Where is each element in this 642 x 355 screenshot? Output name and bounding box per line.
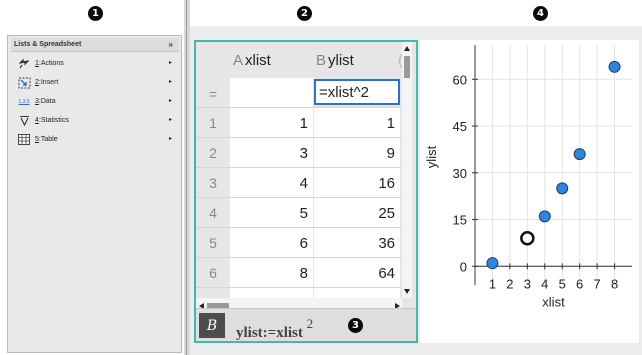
submenu-arrow-icon: ▸ (168, 117, 172, 123)
y-tick-label: 45 (453, 119, 467, 134)
entry-formula-text: ylist:=xlist (236, 325, 303, 341)
column-name: ylist (328, 51, 354, 69)
collapse-icon[interactable]: » (169, 40, 173, 49)
callout-2: 2 (297, 6, 312, 21)
cell-xlist[interactable]: 8 (230, 258, 313, 288)
data-point-selected (520, 230, 535, 246)
row-divider (196, 257, 402, 258)
submenu-arrow-icon: ▸ (168, 79, 172, 85)
data-point (538, 210, 551, 223)
menu-item-label: :Data (38, 98, 56, 105)
formula-cell-b[interactable]: =xlist^2 (314, 79, 400, 105)
row-divider (196, 197, 402, 198)
x-tick-label: 8 (611, 276, 618, 291)
data-point (486, 257, 499, 270)
cell-ylist[interactable]: 64 (314, 258, 400, 288)
row-number[interactable]: 5 (196, 235, 230, 251)
column-header-a[interactable]: Axlist (233, 42, 271, 78)
entry-cell-reference: B (199, 313, 225, 338)
submenu-arrow-icon: ▸ (168, 136, 172, 142)
row-divider (196, 107, 402, 108)
submenu-arrow-icon: ▸ (168, 98, 172, 104)
cell-ylist[interactable]: 16 (314, 168, 400, 198)
insert-icon (17, 77, 31, 89)
actions-icon (17, 58, 31, 70)
statistics-icon (17, 115, 31, 127)
data-point (608, 60, 621, 73)
x-tick-label: 7 (593, 276, 600, 291)
menu-item-label: :Table (38, 136, 58, 143)
menu-item-actions[interactable]: 1:Actions ▸ (11, 54, 179, 73)
menu-item-table[interactable]: 5:Table ▸ (11, 130, 179, 149)
formula-row-marker: = (208, 86, 218, 102)
tools-menu-pane: Lists & Spreadsheet » 1:Actions ▸ 2:Inse… (7, 35, 182, 353)
horizontal-scrollbar[interactable] (196, 298, 402, 309)
table-icon (17, 134, 31, 146)
data-point (556, 182, 569, 195)
row-number[interactable]: 1 (196, 115, 230, 131)
row-divider (196, 227, 402, 228)
x-tick-label: 2 (506, 276, 513, 291)
x-tick-label: 4 (541, 276, 548, 291)
x-axis-label: xlist (542, 294, 565, 309)
column-letter: A (233, 51, 244, 69)
row-divider (196, 167, 402, 168)
x-tick-label: 1 (489, 276, 496, 291)
cell-xlist[interactable]: 5 (230, 198, 313, 228)
scatter-plot-area[interactable]: 1 2 3 4 5 6 7 8 0 15 30 45 60 xlist ylist (420, 40, 639, 343)
column-letter: B (316, 51, 327, 69)
y-tick-label: 30 (453, 166, 467, 181)
cell-xlist[interactable]: 1 (230, 108, 313, 138)
scatter-plot[interactable]: 1 2 3 4 5 6 7 8015304560xlistylist (420, 40, 639, 343)
column-header-b[interactable]: Bylist (316, 42, 354, 78)
y-tick-label: 15 (453, 213, 467, 228)
menu-header[interactable]: Lists & Spreadsheet » (11, 38, 179, 52)
row-number[interactable]: 3 (196, 175, 230, 191)
callout-3: 3 (348, 318, 363, 333)
entry-line[interactable]: B ylist:=xlist 2 (196, 308, 416, 341)
x-tick-label: 3 (524, 276, 531, 291)
cell-ylist[interactable]: 1 (314, 108, 400, 138)
vertical-scrollbar[interactable] (402, 42, 412, 298)
cell-xlist[interactable]: 6 (230, 228, 313, 258)
cell-ylist[interactable]: 9 (314, 138, 400, 168)
row-number[interactable]: 2 (196, 145, 230, 161)
submenu-arrow-icon: ▸ (168, 60, 172, 66)
y-tick-label: 60 (453, 72, 467, 87)
cell-xlist[interactable]: 4 (230, 168, 313, 198)
entry-formula-exponent: 2 (306, 316, 314, 331)
menu-item-label: :Insert (38, 79, 59, 86)
cell-ylist[interactable]: 36 (314, 228, 400, 258)
row-number[interactable]: 6 (196, 265, 230, 281)
y-tick-label: 0 (460, 259, 467, 274)
spreadsheet[interactable]: Axlist Bylist ( = =xlist^2 1 1 1 2 3 9 3 4 16 4 5 2… (194, 40, 418, 343)
pane-divider-line (186, 0, 187, 355)
menu-item-insert[interactable]: 2:Insert ▸ (11, 73, 179, 92)
menu-item-label: :Actions (38, 60, 64, 67)
entry-formula[interactable]: ylist:=xlist 2 (236, 316, 314, 341)
callout-4: 4 (533, 6, 548, 21)
y-axis-label: ylist (424, 145, 439, 168)
menu-title: Lists & Spreadsheet (14, 41, 82, 48)
menu-item-data[interactable]: 1,3,5 3:Data ▸ (11, 92, 179, 111)
data-point (573, 148, 586, 161)
menu-item-label: :Statistics (38, 117, 69, 124)
row-number[interactable]: 4 (196, 205, 230, 221)
menu-item-statistics[interactable]: 4:Statistics ▸ (11, 111, 179, 130)
cell-xlist[interactable]: 3 (230, 138, 313, 168)
x-tick-label: 5 (559, 276, 566, 291)
data-icon: 1,3,5 (18, 98, 30, 105)
callout-1: 1 (88, 6, 103, 21)
row-divider (196, 137, 402, 138)
column-name: xlist (245, 51, 271, 69)
row-divider (196, 287, 402, 288)
x-tick-label: 6 (576, 276, 583, 291)
cell-ylist[interactable]: 25 (314, 198, 400, 228)
formula-cell-a[interactable] (230, 78, 313, 108)
